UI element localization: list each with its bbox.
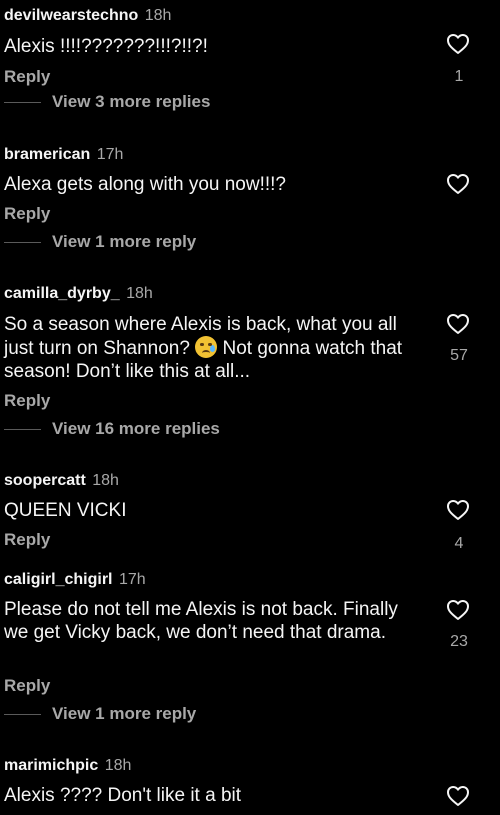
thread-line xyxy=(4,429,41,430)
comment-text: Alexis ???? Don't like it a bit xyxy=(4,785,242,806)
heart-outline-icon[interactable] xyxy=(446,172,470,196)
thread-line xyxy=(4,102,41,103)
comment-username[interactable]: bramerican xyxy=(4,146,90,163)
reply-button[interactable]: Reply xyxy=(4,67,50,87)
comment-username[interactable]: devilwearstechno xyxy=(4,7,138,24)
comment-meta: bramerican 17h xyxy=(4,145,123,165)
reply-button[interactable]: Reply xyxy=(4,676,50,696)
comment-meta: devilwearstechno 18h xyxy=(4,6,171,26)
comment-username[interactable]: soopercatt xyxy=(4,472,86,489)
comment-text: QUEEN VICKI xyxy=(4,500,127,521)
like-count: 4 xyxy=(454,535,464,552)
comment-username[interactable]: marimichpic xyxy=(4,757,98,774)
comment-text: Alexa gets along with you now!!!? xyxy=(4,174,287,195)
comment-meta: soopercatt 18h xyxy=(4,471,119,491)
comment-text: Alexis !!!!???????!!!?!!?! xyxy=(4,36,208,57)
heart-outline-icon[interactable] xyxy=(446,32,470,56)
reply-button[interactable]: Reply xyxy=(4,391,50,411)
view-more-replies-label: View 16 more replies xyxy=(52,419,220,438)
comment-timestamp: 18h xyxy=(104,757,132,774)
comment-meta: marimichpic 18h xyxy=(4,756,131,776)
crying-face-emoji xyxy=(195,336,218,358)
heart-outline-icon[interactable] xyxy=(446,312,470,336)
comment-meta: caligirl_chigirl 17h xyxy=(4,570,146,590)
comment-text: Please do not tell me Alexis is not back… xyxy=(4,599,398,643)
like-count: 1 xyxy=(454,68,464,85)
comment-username[interactable]: camilla_dyrby_ xyxy=(4,285,120,302)
view-more-replies-label: View 3 more replies xyxy=(52,92,211,111)
heart-outline-icon[interactable] xyxy=(446,498,470,522)
comment-timestamp: 17h xyxy=(118,571,146,588)
comment-timestamp: 17h xyxy=(96,146,124,163)
comment-meta: camilla_dyrby_ 18h xyxy=(4,284,153,304)
comment-timestamp: 18h xyxy=(126,285,153,302)
heart-outline-icon[interactable] xyxy=(446,598,470,622)
reply-button[interactable]: Reply xyxy=(4,204,50,224)
comment-text: So a season where Alexis is back, what y… xyxy=(4,313,424,383)
heart-outline-icon[interactable] xyxy=(446,784,470,808)
thread-line xyxy=(4,714,41,715)
view-more-replies-label: View 1 more reply xyxy=(52,232,197,251)
comment-timestamp: 18h xyxy=(144,7,172,24)
thread-line xyxy=(4,242,41,243)
comment-username[interactable]: caligirl_chigirl xyxy=(4,571,112,588)
reply-button[interactable]: Reply xyxy=(4,530,50,550)
view-more-replies-label: View 1 more reply xyxy=(52,704,197,723)
like-count: 57 xyxy=(450,347,468,364)
comment-timestamp: 18h xyxy=(92,472,119,489)
like-count: 23 xyxy=(450,633,468,650)
